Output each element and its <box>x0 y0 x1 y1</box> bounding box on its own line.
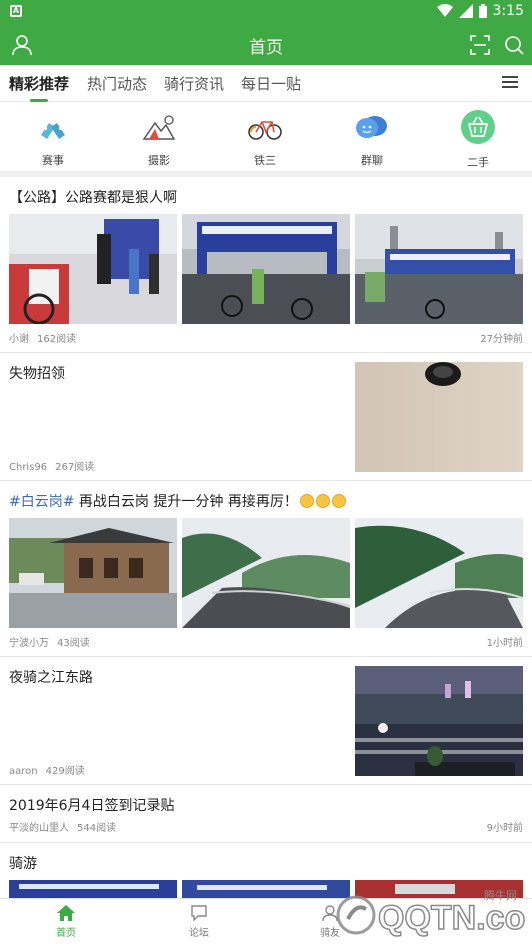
status-bar: A 3:15 <box>0 0 532 24</box>
post-time: 27分钟前 <box>480 334 523 345</box>
post-card[interactable]: 失物招领 Chris96 267阅读 <box>0 353 532 481</box>
post-views: 429阅读 <box>45 766 85 777</box>
clock: 3:15 <box>492 3 524 19</box>
watermark-text: QQTN.com <box>378 899 526 937</box>
post-meta: Chris96 267阅读 <box>9 458 94 473</box>
category-group-chat[interactable]: 群聊 <box>332 113 412 168</box>
post-title[interactable]: 失物招领 <box>9 363 65 383</box>
category-label: 二手 <box>467 156 489 169</box>
scan-icon[interactable] <box>468 33 492 57</box>
category-photo[interactable]: 摄影 <box>119 113 199 168</box>
tab-daily[interactable]: 每日一贴 <box>241 73 301 94</box>
post-image-lost-item[interactable] <box>355 362 523 472</box>
post-time: 1小时前 <box>486 638 523 649</box>
post-meta: 小谢 162阅读 <box>9 330 76 345</box>
post-card[interactable]: 夜骑之江东路 aaron 429阅读 <box>0 657 532 785</box>
post-title[interactable]: 骑游 <box>9 853 37 873</box>
post-image-ride-tour-2[interactable] <box>182 880 350 898</box>
post-views: 43阅读 <box>57 638 90 649</box>
post-card[interactable]: #白云岗# 再战白云岗 提升一分钟 再接再厉！ 宁波小万 43阅读 1小时前 <box>0 481 532 657</box>
race-flags-icon <box>41 123 65 139</box>
tab-featured[interactable]: 精彩推荐 <box>9 73 69 94</box>
emoji-icon <box>331 494 346 508</box>
emoji-icon <box>315 494 330 508</box>
menu-icon[interactable] <box>502 75 518 89</box>
post-author[interactable]: 小谢 <box>9 334 29 345</box>
post-card[interactable]: 【公路】公路赛都是狠人啊 小谢 162阅读 27分钟前 <box>0 177 532 353</box>
post-meta: 宁波小万 43阅读 <box>9 634 90 649</box>
topic-tag[interactable]: #白云岗# <box>9 494 74 510</box>
post-meta: aaron 429阅读 <box>9 762 85 777</box>
photography-icon <box>142 115 176 140</box>
category-label: 铁三 <box>254 154 276 167</box>
search-icon[interactable] <box>502 33 526 57</box>
nav-label: 首页 <box>56 928 76 939</box>
category-row: 赛事 摄影 铁三 群聊 二手 <box>0 103 532 171</box>
app-bar: 首页 <box>0 24 532 65</box>
category-race[interactable]: 赛事 <box>13 113 93 168</box>
forum-icon <box>191 905 207 921</box>
tab-bar: 精彩推荐 热门动态 骑行资讯 每日一贴 <box>0 65 532 102</box>
bicycle-icon <box>248 121 282 140</box>
post-views: 544阅读 <box>77 823 117 834</box>
post-image-race-finish-2[interactable] <box>182 214 350 324</box>
post-time: 9小时前 <box>486 823 523 834</box>
nav-label: 论坛 <box>189 928 209 939</box>
qqtn-watermark-logo: QQTN.com 腾牛网 <box>336 888 526 938</box>
home-icon <box>57 905 75 921</box>
post-card[interactable]: 2019年6月4日签到记录贴 平淡的山里人 544阅读 9小时前 <box>0 785 532 843</box>
wifi-icon <box>436 4 453 17</box>
nav-home[interactable]: 首页 <box>36 905 96 939</box>
active-tab-indicator <box>30 99 48 102</box>
post-image-baiyungang-2[interactable] <box>182 518 350 628</box>
tab-news[interactable]: 骑行资讯 <box>164 73 224 94</box>
post-title[interactable]: 2019年6月4日签到记录贴 <box>9 795 174 815</box>
post-title[interactable]: #白云岗# 再战白云岗 提升一分钟 再接再厉！ <box>9 491 346 511</box>
battery-icon <box>478 4 487 18</box>
category-triathlon[interactable]: 铁三 <box>225 113 305 168</box>
post-image-race-finish-3[interactable] <box>355 214 523 324</box>
post-title[interactable]: 夜骑之江东路 <box>9 667 93 687</box>
post-image-baiyungang-1[interactable] <box>9 518 177 628</box>
category-second-hand[interactable]: 二手 <box>438 110 518 170</box>
post-image-ride-tour-1[interactable] <box>9 880 177 898</box>
basket-icon <box>461 110 495 144</box>
category-label: 赛事 <box>42 154 64 167</box>
post-author[interactable]: 宁波小万 <box>9 638 49 649</box>
watermark-subtext: 腾牛网 <box>484 888 517 902</box>
tab-hot[interactable]: 热门动态 <box>87 73 147 94</box>
post-views: 162阅读 <box>37 334 77 345</box>
category-label: 摄影 <box>148 154 170 167</box>
post-image-race-finish-1[interactable] <box>9 214 177 324</box>
signal-icon <box>458 4 473 18</box>
post-image-baiyungang-3[interactable] <box>355 518 523 628</box>
post-views: 267阅读 <box>55 462 95 473</box>
post-author[interactable]: Chris96 <box>9 462 47 473</box>
post-author[interactable]: aaron <box>9 766 38 777</box>
chat-bubble-icon <box>356 116 387 138</box>
post-title-text: 再战白云岗 提升一分钟 再接再厉！ <box>74 494 298 510</box>
post-author[interactable]: 平淡的山里人 <box>9 823 69 834</box>
post-image-night-ride[interactable] <box>355 666 523 776</box>
category-label: 群聊 <box>361 154 383 167</box>
post-title[interactable]: 【公路】公路赛都是狠人啊 <box>9 187 177 207</box>
emoji-icon <box>299 494 314 508</box>
app-notification-icon: A <box>10 5 22 17</box>
nav-forum[interactable]: 论坛 <box>169 905 229 939</box>
page-title: 首页 <box>249 38 283 58</box>
post-meta: 平淡的山里人 544阅读 <box>9 819 116 834</box>
